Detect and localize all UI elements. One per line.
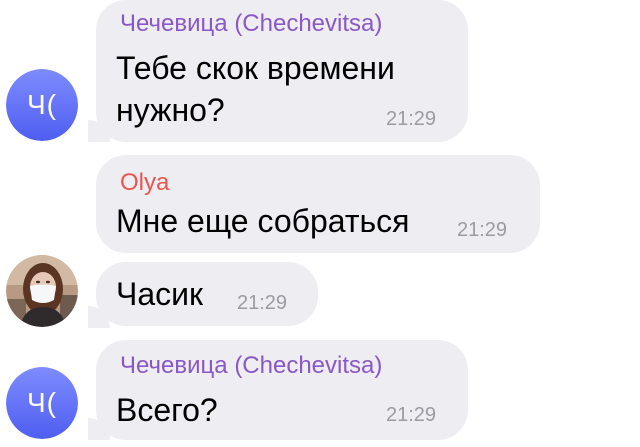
- avatar-initials: Ч(: [6, 69, 78, 141]
- message-time: 21:29: [457, 219, 508, 241]
- message-text-line: Всего?: [116, 392, 218, 428]
- message-time: 21:29: [237, 292, 288, 314]
- sender-name[interactable]: Чечевица (Chechevitsa): [120, 10, 382, 38]
- message-bubble[interactable]: Часик 21:29: [96, 262, 318, 326]
- user-photo-icon: [6, 255, 78, 327]
- message-text-line: нужно?: [116, 92, 225, 128]
- message-bubble[interactable]: Olya Мне еще собраться 21:29: [96, 155, 540, 253]
- chat-view: Ч( Чечевица (Chechevitsa) Тебе скок врем…: [0, 0, 640, 447]
- avatar-initials: Ч(: [6, 367, 78, 439]
- message-time: 21:29: [386, 404, 437, 426]
- sender-name[interactable]: Olya: [120, 169, 169, 197]
- message-time: 21:29: [386, 108, 437, 130]
- avatar-chechevitsa[interactable]: Ч(: [6, 69, 78, 141]
- message-text-line: Тебе скок времени: [116, 50, 395, 86]
- avatar-chechevitsa[interactable]: Ч(: [6, 367, 78, 439]
- sender-name[interactable]: Чечевица (Chechevitsa): [120, 352, 382, 380]
- message-text-line: Мне еще собраться: [116, 203, 410, 239]
- message-bubble[interactable]: Чечевица (Chechevitsa) Всего? 21:29: [96, 340, 468, 440]
- message-bubble[interactable]: Чечевица (Chechevitsa) Тебе скок времени…: [96, 0, 468, 142]
- avatar-olya[interactable]: [6, 255, 78, 327]
- message-text-line: Часик: [116, 276, 203, 312]
